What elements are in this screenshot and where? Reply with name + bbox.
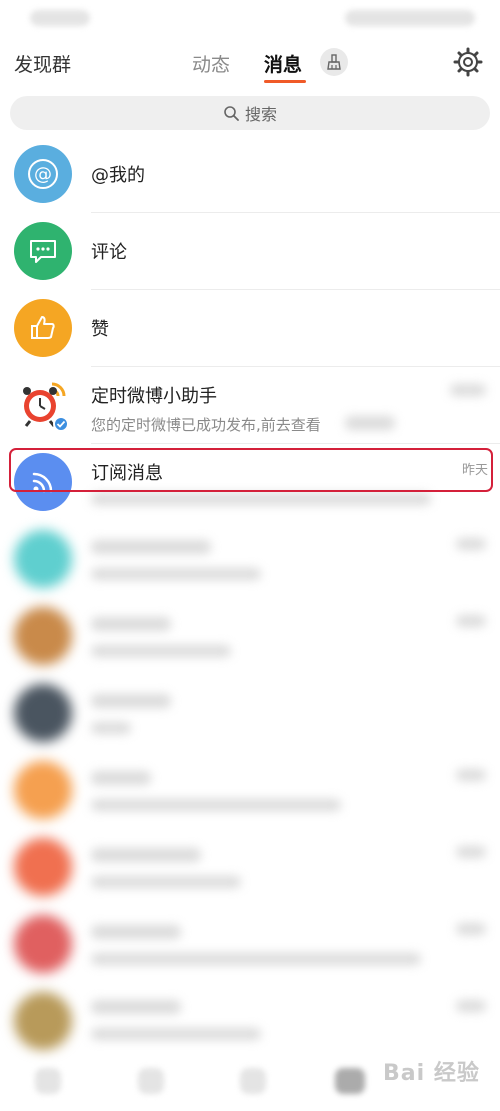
search-icon	[224, 106, 239, 121]
list-item[interactable]	[0, 753, 500, 829]
row-divider	[91, 212, 500, 213]
tab-icon-blur[interactable]	[35, 1068, 61, 1094]
list-item[interactable]	[0, 907, 500, 983]
list-item[interactable]	[0, 676, 500, 752]
blurred-title	[91, 694, 171, 708]
active-tab-indicator	[264, 80, 306, 83]
thumbs-up-icon	[31, 316, 55, 339]
comment-icon	[30, 240, 56, 263]
avatar	[14, 607, 72, 665]
avatar	[14, 530, 72, 588]
blurred-subtitle	[91, 568, 261, 580]
scheduled-assistant-avatar	[14, 376, 72, 434]
row-title: @我的	[91, 165, 145, 186]
tab-icon-blur[interactable]	[138, 1068, 164, 1094]
tab-icon-blur[interactable]	[240, 1068, 266, 1094]
row-divider	[91, 366, 500, 367]
alarm-clock-icon	[23, 382, 69, 432]
status-bar	[0, 0, 500, 38]
blurred-subtitle	[91, 799, 341, 811]
avatar	[14, 684, 72, 742]
avatar	[14, 838, 72, 896]
blurred-title	[91, 925, 181, 939]
top-nav: 发现群 动态 消息	[0, 38, 500, 88]
list-item[interactable]	[0, 830, 500, 906]
message-row-likes[interactable]: 赞	[0, 291, 500, 367]
blurred-title	[91, 540, 211, 554]
blurred-time	[456, 615, 486, 627]
svg-text:@: @	[34, 164, 52, 185]
blurred-time	[456, 769, 486, 781]
watermark: Bai 经验	[383, 1061, 480, 1086]
message-row-mentions[interactable]: @ @我的	[0, 137, 500, 213]
comments-avatar	[14, 222, 72, 280]
broom-icon	[327, 54, 341, 70]
search-bar[interactable]: 搜索	[10, 96, 490, 130]
avatar	[14, 915, 72, 973]
row-divider	[91, 443, 500, 444]
blurred-subtitle	[91, 493, 431, 505]
settings-gear-icon[interactable]	[452, 46, 484, 78]
blurred-title	[91, 617, 171, 631]
blurred-time	[456, 846, 486, 858]
tab-icon-blur[interactable]	[335, 1068, 365, 1094]
blurred-subtitle	[91, 722, 131, 734]
row-divider	[91, 289, 500, 290]
row-subtitle: 您的定时微博已成功发布,前去查看	[91, 416, 321, 434]
row-title: 定时微博小助手	[91, 386, 217, 407]
status-icons-blur	[345, 10, 475, 26]
clear-unread-button[interactable]	[320, 48, 348, 76]
mentions-avatar: @	[14, 145, 72, 203]
tab-message[interactable]: 消息	[264, 50, 302, 77]
tab-dynamic[interactable]: 动态	[192, 50, 230, 77]
status-time-blur	[30, 10, 90, 26]
row-title: 赞	[91, 319, 109, 340]
blurred-time	[456, 923, 486, 935]
blurred-title	[91, 848, 201, 862]
avatar	[14, 992, 72, 1050]
message-row-scheduled-assistant[interactable]: 定时微博小助手 您的定时微博已成功发布,前去查看	[0, 368, 500, 444]
search-placeholder: 搜索	[244, 105, 277, 124]
blurred-subtitle	[91, 953, 421, 965]
discover-groups-link[interactable]: 发现群	[14, 50, 71, 77]
blurred-time	[456, 1000, 486, 1012]
at-icon: @	[28, 159, 58, 189]
list-item[interactable]	[0, 984, 500, 1060]
blurred-title	[91, 1000, 181, 1014]
list-item[interactable]	[0, 599, 500, 675]
row-title: 评论	[91, 242, 127, 263]
highlight-annotation-box	[9, 448, 493, 492]
likes-avatar	[14, 299, 72, 357]
blurred-time	[456, 538, 486, 550]
message-row-comments[interactable]: 评论	[0, 214, 500, 290]
blurred-subtitle-tail	[345, 416, 395, 430]
blurred-time	[450, 384, 486, 396]
blurred-subtitle	[91, 1028, 261, 1040]
blurred-subtitle	[91, 876, 241, 888]
avatar	[14, 761, 72, 819]
list-item[interactable]	[0, 522, 500, 598]
blurred-subtitle	[91, 645, 231, 657]
blurred-title	[91, 771, 151, 785]
